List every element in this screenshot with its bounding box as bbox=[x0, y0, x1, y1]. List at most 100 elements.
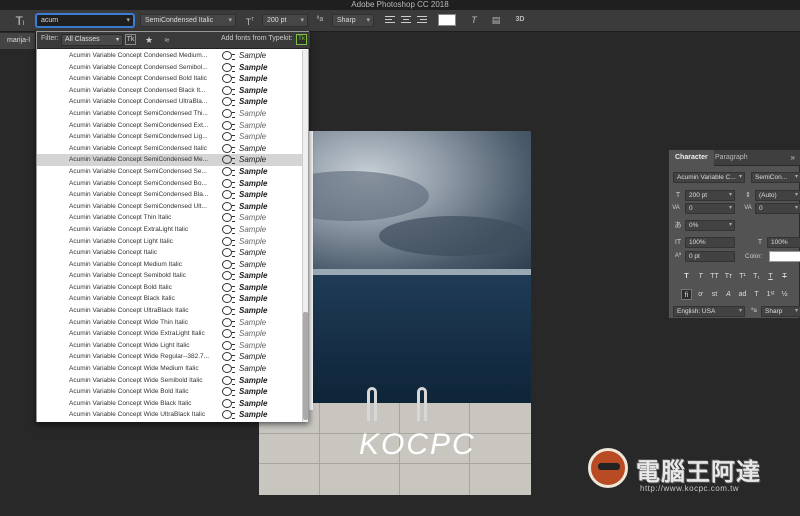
font-list-item[interactable]: Acumin Variable Concept Wide Medium Ital… bbox=[37, 363, 304, 375]
font-list-item[interactable]: Acumin Variable Concept Condensed UltraB… bbox=[37, 96, 304, 108]
font-family-search-input[interactable]: acum ▾ bbox=[36, 14, 134, 27]
font-list-item[interactable]: Acumin Variable Concept Wide Thin Italic… bbox=[37, 317, 304, 329]
align-right-button[interactable] bbox=[416, 14, 428, 26]
anti-alias-dropdown[interactable]: Sharp ▾ bbox=[332, 14, 374, 27]
font-list-item[interactable]: Acumin Variable Concept Wide Semibold It… bbox=[37, 375, 304, 387]
strikethrough-button[interactable]: T bbox=[779, 271, 790, 282]
font-list-item[interactable]: Acumin Variable Concept SemiCondensed Se… bbox=[37, 166, 304, 178]
character-panel-toggle-icon[interactable]: ▤ bbox=[490, 14, 502, 26]
font-list-item[interactable]: Acumin Variable Concept Condensed Bold I… bbox=[37, 73, 304, 85]
cp-anti-alias-dropdown[interactable]: Sharp ▾ bbox=[761, 306, 800, 317]
all-caps-button[interactable]: TT bbox=[709, 271, 720, 282]
cp-tsume-dropdown[interactable]: 0% ▾ bbox=[685, 220, 735, 231]
font-list-item[interactable]: Acumin Variable Concept SemiCondensed Li… bbox=[37, 131, 304, 143]
cp-language-dropdown[interactable]: English: USA ▾ bbox=[673, 306, 745, 317]
tab-paragraph[interactable]: Paragraph bbox=[709, 150, 754, 166]
chevron-down-icon: ▾ bbox=[738, 308, 742, 314]
type-tool-icon[interactable]: TI bbox=[12, 13, 28, 29]
text-color-swatch[interactable] bbox=[438, 14, 456, 26]
cp-horizontal-scale-input[interactable]: 100% bbox=[767, 237, 800, 248]
font-sample: Sample bbox=[239, 132, 267, 142]
font-search-value: acum bbox=[41, 17, 59, 24]
underline-button[interactable]: T bbox=[765, 271, 776, 282]
cp-font-style-value: SemiCon... bbox=[755, 174, 788, 181]
cp-vertical-scale-input[interactable]: 100% bbox=[685, 237, 735, 248]
scrollbar-thumb[interactable] bbox=[303, 312, 308, 420]
cp-color-swatch[interactable] bbox=[769, 251, 800, 262]
font-list-item[interactable]: Acumin Variable Concept Wide Light Itali… bbox=[37, 340, 304, 352]
font-list-item[interactable]: Acumin Variable Concept Condensed Semibo… bbox=[37, 62, 304, 74]
stylistic-alternates-button[interactable]: ad bbox=[737, 289, 748, 300]
filter-label: Filter: bbox=[41, 35, 59, 42]
font-list-item[interactable]: Acumin Variable Concept Medium Italic Sam… bbox=[37, 259, 304, 271]
font-list-item[interactable]: Acumin Variable Concept Bold Italic Sampl… bbox=[37, 282, 304, 294]
font-list-item[interactable]: Acumin Variable Concept SemiCondensed It… bbox=[37, 143, 304, 155]
contextual-alternates-button[interactable]: ơ bbox=[695, 289, 706, 300]
font-list-item[interactable]: Acumin Variable Concept SemiCondensed Me… bbox=[37, 154, 304, 166]
faux-bold-button[interactable]: T bbox=[681, 271, 692, 282]
faux-italic-button[interactable]: T bbox=[695, 271, 706, 282]
canvas-overlay-text[interactable]: KOCPC bbox=[359, 428, 476, 462]
font-list-item[interactable]: Acumin Variable Concept SemiCondensed Ul… bbox=[37, 201, 304, 213]
typekit-filter-icon[interactable]: Tk bbox=[125, 34, 136, 45]
3d-icon[interactable]: 3D bbox=[514, 14, 526, 26]
cp-font-family-dropdown[interactable]: Acumin Variable C... ▾ bbox=[673, 172, 745, 183]
font-size-dropdown[interactable]: 200 pt ▾ bbox=[262, 14, 308, 27]
titling-alternates-button[interactable]: T bbox=[751, 289, 762, 300]
font-list-item[interactable]: Acumin Variable Concept Light Italic Samp… bbox=[37, 236, 304, 248]
panel-menu-icon[interactable]: » bbox=[791, 150, 795, 166]
font-list-item[interactable]: Acumin Variable Concept Wide UltraBlack … bbox=[37, 409, 304, 421]
font-sample: Sample bbox=[239, 213, 267, 223]
swash-button[interactable]: A bbox=[723, 289, 734, 300]
warp-text-icon[interactable]: T bbox=[468, 14, 480, 26]
cp-kerning-value: 0 bbox=[689, 205, 693, 212]
font-class-filter-dropdown[interactable]: All Classes ▾ bbox=[61, 34, 123, 46]
font-style-dropdown[interactable]: SemiCondensed Italic ▾ bbox=[140, 14, 236, 27]
font-list-item[interactable]: Acumin Variable Concept Wide Black Itali… bbox=[37, 398, 304, 410]
small-caps-button[interactable]: Tт bbox=[723, 271, 734, 282]
font-list-item[interactable]: Acumin Variable Concept Condensed Medium… bbox=[37, 50, 304, 62]
font-list-item[interactable]: Acumin Variable Concept Semibold Italic S… bbox=[37, 270, 304, 282]
standard-ligatures-button[interactable]: fi bbox=[681, 289, 692, 300]
font-sample: Sample bbox=[239, 74, 268, 84]
chevron-down-icon: ▾ bbox=[366, 17, 370, 24]
font-list-item[interactable]: Acumin Variable Concept SemiCondensed Bo… bbox=[37, 178, 304, 190]
discretionary-ligatures-button[interactable]: st bbox=[709, 289, 720, 300]
font-list-item[interactable]: Acumin Variable Concept UltraBlack Itali… bbox=[37, 305, 304, 317]
superscript-button[interactable]: T¹ bbox=[737, 271, 748, 282]
fractions-button[interactable]: ½ bbox=[779, 289, 790, 300]
font-list-item[interactable]: Acumin Variable Concept ExtraLight Itali… bbox=[37, 224, 304, 236]
font-list-item[interactable]: Acumin Variable Concept Wide ExtraLight … bbox=[37, 328, 304, 340]
font-list-item[interactable]: Acumin Variable Concept Wide Regular--38… bbox=[37, 351, 304, 363]
cp-leading-dropdown[interactable]: (Auto) ▾ bbox=[755, 190, 800, 201]
align-center-button[interactable] bbox=[400, 14, 412, 26]
typekit-add-button[interactable]: Tk bbox=[296, 34, 307, 45]
favorites-star-icon[interactable]: ★ bbox=[143, 34, 155, 46]
font-list-item[interactable]: Acumin Variable Concept SemiCondensed Bl… bbox=[37, 189, 304, 201]
document-tab[interactable]: marija-l bbox=[0, 33, 35, 49]
chevron-down-icon: ▾ bbox=[300, 17, 304, 24]
similar-fonts-icon[interactable]: ≈ bbox=[161, 34, 173, 46]
variable-font-icon bbox=[222, 248, 235, 258]
font-sample: Sample bbox=[239, 143, 267, 153]
font-list-item[interactable]: Acumin Variable Concept SemiCondensed Th… bbox=[37, 108, 304, 120]
font-name: Acumin Variable Concept Condensed Bold I… bbox=[69, 75, 207, 83]
chevron-down-icon: ▾ bbox=[728, 222, 732, 228]
cp-kerning-dropdown[interactable]: 0 ▾ bbox=[685, 203, 735, 214]
cp-font-size-dropdown[interactable]: 200 pt ▾ bbox=[685, 190, 735, 201]
font-list-item[interactable]: Acumin Variable Concept Italic Sample bbox=[37, 247, 304, 259]
font-list-item[interactable]: Acumin Variable Concept Thin Italic Sampl… bbox=[37, 212, 304, 224]
font-list-item[interactable]: Acumin Variable Concept Condensed Black … bbox=[37, 85, 304, 97]
ordinals-button[interactable]: 1ˢᵗ bbox=[765, 289, 776, 300]
cp-tracking-dropdown[interactable]: 0 ▾ bbox=[755, 203, 800, 214]
subscript-button[interactable]: T₁ bbox=[751, 271, 762, 282]
font-name: Acumin Variable Concept SemiCondensed Ul… bbox=[69, 202, 207, 210]
cp-baseline-shift-input[interactable]: 0 pt bbox=[685, 251, 735, 262]
font-list-item[interactable]: Acumin Variable Concept SemiCondensed Ex… bbox=[37, 120, 304, 132]
cp-font-style-dropdown[interactable]: SemiCon... ▾ bbox=[751, 172, 800, 183]
tab-character[interactable]: Character bbox=[669, 150, 714, 166]
font-list-item[interactable]: Acumin Variable Concept Black Italic Samp… bbox=[37, 293, 304, 305]
font-list-scrollbar[interactable] bbox=[302, 50, 308, 422]
font-list-item[interactable]: Acumin Variable Concept Wide Bold Italic… bbox=[37, 386, 304, 398]
align-left-button[interactable] bbox=[384, 14, 396, 26]
